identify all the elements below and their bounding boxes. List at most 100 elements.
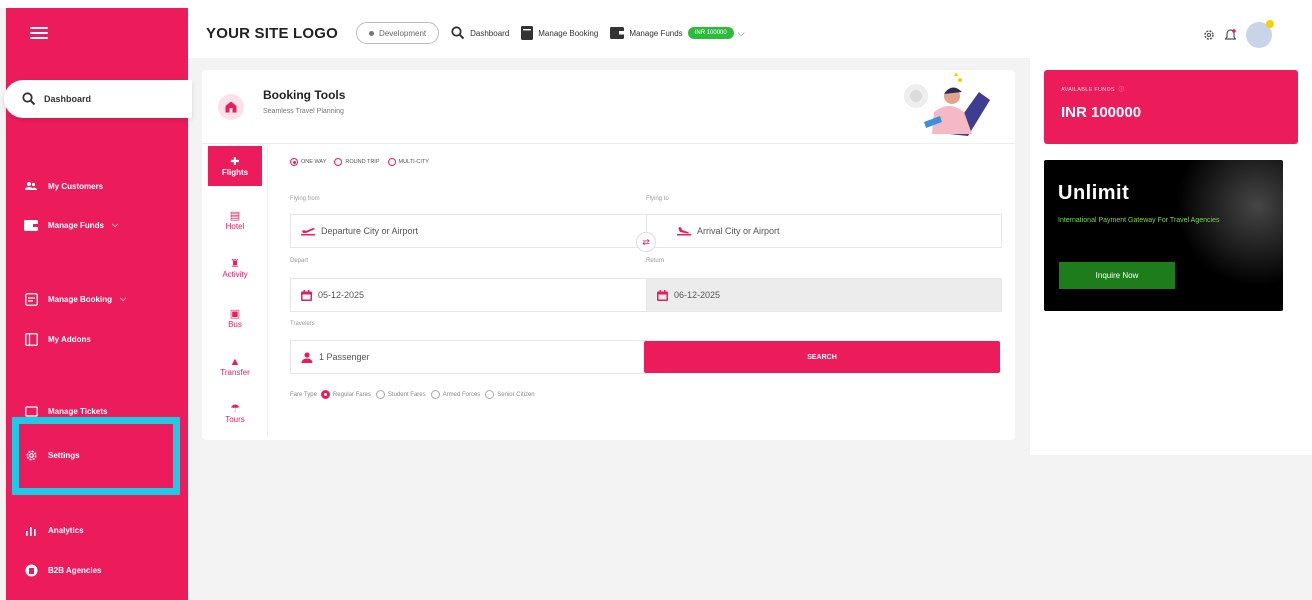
radio-selected-icon (320, 390, 330, 399)
nav-dashboard-link[interactable]: Dashboard (451, 26, 509, 40)
fare-type-label: Fare Type (290, 391, 317, 398)
flying-from-input[interactable]: Departure City or Airport (290, 214, 647, 248)
bell-icon[interactable] (1225, 28, 1236, 42)
booking-tools-header: Booking Tools Seamless Travel Planning (202, 70, 1015, 144)
promo-banner[interactable]: Unlimit International Payment Gateway Fo… (1044, 160, 1283, 311)
sidebar-item-manage-tickets[interactable]: Manage Tickets (24, 404, 107, 418)
depart-date-value: 05-12-2025 (318, 290, 365, 300)
tab-tours[interactable]: ☂ Tours (208, 393, 262, 433)
wallet-icon (610, 27, 625, 39)
return-date-input[interactable]: 06-12-2025 (646, 278, 1002, 312)
plane-landing-icon (677, 227, 691, 236)
trip-type-one-way[interactable]: ONE WAY (290, 158, 326, 166)
booking-tools-panel: Booking Tools Seamless Travel Planning ✚… (202, 70, 1015, 440)
swap-locations-icon[interactable]: ⇄ (636, 232, 656, 252)
fare-option-senior-citizen[interactable]: Senior Citizen (485, 390, 535, 399)
tab-transfer[interactable]: ▲ Transfer (208, 346, 262, 386)
available-funds-label: AVAILABLE FUNDS ⓘ (1061, 85, 1124, 93)
tab-label: Bus (228, 319, 242, 329)
trip-type-label: ROUND TRIP (345, 159, 380, 165)
sidebar-item-dashboard[interactable]: Dashboard (4, 80, 192, 118)
bar-chart-icon (24, 523, 38, 537)
calendar-icon (301, 289, 312, 301)
site-logo[interactable]: YOUR SITE LOGO (206, 25, 338, 42)
traveler-illustration-icon (904, 72, 990, 136)
search-icon (451, 26, 465, 40)
flying-to-label: Flying to (646, 196, 669, 202)
book-icon (521, 26, 534, 40)
umbrella-icon: ☂ (230, 402, 240, 415)
fare-option-label: Regular Fares (332, 391, 371, 398)
radio-icon (387, 158, 396, 166)
sidebar-item-manage-funds[interactable]: Manage Funds ⌵ (24, 218, 118, 232)
travelers-input[interactable]: 1 Passenger (290, 340, 647, 374)
depart-date-input[interactable]: 05-12-2025 (290, 278, 647, 312)
sidebar-item-label: Manage Tickets (48, 406, 108, 416)
search-button[interactable]: SEARCH (644, 341, 1000, 373)
radio-icon (334, 158, 343, 166)
sidebar-item-b2b-agencies[interactable]: B2B Agencies (24, 563, 102, 577)
hotel-icon: ▤ (229, 209, 241, 222)
header-actions (1203, 20, 1274, 48)
environment-badge[interactable]: Development (355, 22, 440, 44)
status-dot-icon (368, 30, 374, 36)
search-icon (22, 92, 36, 106)
radio-icon (375, 390, 385, 399)
trip-type-label: MULTI-CITY (398, 159, 429, 165)
chevron-down-icon: ⌵ (737, 27, 745, 38)
sidebar-item-my-addons[interactable]: My Addons (24, 332, 91, 346)
depart-label: Depart (290, 258, 309, 264)
addons-icon (24, 332, 38, 346)
sidebar-item-label: Manage Booking (48, 294, 113, 304)
trip-type-round-trip[interactable]: ROUND TRIP (334, 158, 380, 166)
users-icon (24, 179, 38, 193)
fare-option-regular[interactable]: Regular Fares (320, 390, 371, 399)
chevron-down-icon: ⌵ (112, 220, 119, 229)
info-icon[interactable]: ⓘ (1119, 87, 1125, 93)
promo-title: Unlimit (1058, 182, 1130, 204)
tab-flights[interactable]: ✚ Flights (208, 146, 262, 186)
hamburger-menu-icon[interactable] (30, 27, 48, 39)
binoculars-icon: ♜ (230, 257, 240, 270)
sidebar-item-manage-booking[interactable]: Manage Booking ⌵ (24, 292, 126, 306)
flying-from-label: Flying from (290, 196, 320, 202)
fare-option-armed-forces[interactable]: Armed Forces (430, 390, 480, 399)
sidebar-item-my-customers[interactable]: My Customers (24, 179, 103, 193)
banner-glow (1173, 160, 1283, 311)
funds-badge: INR 100000 (687, 27, 734, 39)
inquire-now-button[interactable]: Inquire Now (1059, 262, 1175, 289)
travelers-label: Travelers (290, 321, 315, 327)
nav-label: Dashboard (470, 28, 510, 38)
tab-label: Hotel (225, 221, 245, 231)
tab-activity[interactable]: ♜ Activity (208, 248, 262, 288)
promo-subtitle: International Payment Gateway For Travel… (1058, 217, 1220, 224)
sidebar-item-label: My Addons (48, 334, 91, 344)
tab-bus[interactable]: ▣ Bus (208, 298, 262, 338)
ticket-icon (24, 404, 38, 418)
booking-icon (24, 292, 38, 306)
flying-to-input[interactable]: Arrival City or Airport (646, 214, 1002, 248)
trip-type-multi-city[interactable]: MULTI-CITY (387, 158, 429, 166)
nav-manage-booking-link[interactable]: Manage Booking (521, 26, 598, 40)
agency-icon (24, 563, 38, 577)
radio-icon (485, 390, 495, 399)
wallet-icon (24, 218, 38, 232)
sidebar-item-analytics[interactable]: Analytics (24, 523, 84, 537)
fare-type-selector: Fare Type Regular Fares Student Fares Ar… (290, 390, 540, 399)
tab-label: Activity (222, 269, 248, 279)
car-icon: ▲ (229, 355, 241, 368)
booking-category-tabs: ✚ Flights ▤ Hotel ♜ Activity ▣ Bus ▲ Tra… (202, 146, 268, 436)
nav-manage-funds-link[interactable]: Manage Funds INR 100000 ⌵ (610, 27, 745, 39)
gear-icon[interactable] (1203, 29, 1215, 41)
user-avatar[interactable] (1246, 20, 1274, 48)
flying-to-placeholder: Arrival City or Airport (697, 226, 780, 236)
tab-hotel[interactable]: ▤ Hotel (208, 200, 262, 240)
return-label: Return (646, 258, 665, 264)
top-strip (0, 0, 1312, 8)
fare-option-student[interactable]: Student Fares (375, 390, 426, 399)
page-title: Booking Tools (263, 88, 346, 102)
passenger-icon (301, 351, 313, 363)
settings-highlight-box (12, 417, 180, 495)
booking-tools-icon (218, 94, 244, 120)
travelers-value: 1 Passenger (319, 352, 370, 362)
